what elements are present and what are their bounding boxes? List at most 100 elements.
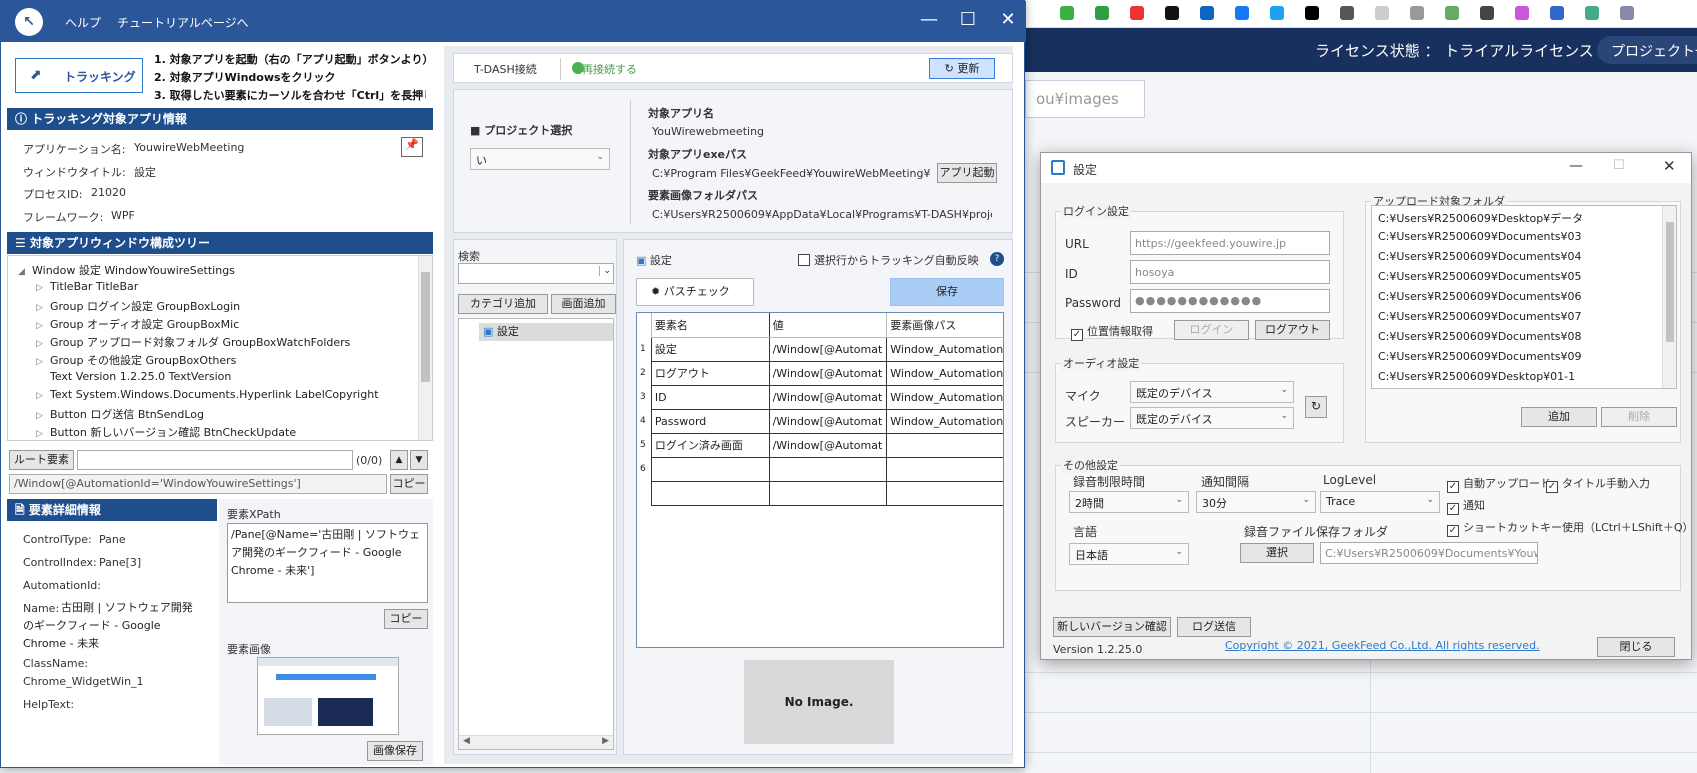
tree-item[interactable]: Text Version 1.2.25.0 TextVersion: [50, 370, 231, 383]
location-checkbox[interactable]: ✓ 位置情報取得: [1071, 323, 1153, 341]
close-button[interactable]: ✕: [993, 9, 1023, 33]
language-dropdown[interactable]: 日本語 ⌄: [1069, 543, 1189, 565]
root-element-button[interactable]: ルート要素: [9, 450, 74, 470]
shortcut-checkbox[interactable]: ✓ ショートカットキー使用（LCtrl＋LShift＋Q）: [1447, 519, 1694, 537]
notify-checkbox[interactable]: ✓ 通知: [1447, 497, 1485, 515]
favicon-icon[interactable]: [1095, 6, 1109, 20]
grid-cell[interactable]: [650, 480, 770, 506]
tree-scrollbar[interactable]: [418, 256, 432, 440]
favicon-icon[interactable]: [1515, 6, 1529, 20]
tree-root[interactable]: ◢ Window 設定 WindowYouwireSettings: [18, 262, 235, 278]
refresh-button[interactable]: ↻ 更新: [929, 58, 995, 79]
background-search-input[interactable]: ou¥images: [1025, 80, 1145, 118]
tree-item[interactable]: ▷ Group アップロード対象フォルダ GroupBoxWatchFolders: [36, 334, 350, 350]
logout-button[interactable]: ログアウト: [1255, 320, 1330, 340]
password-input[interactable]: ●●●●●●●●●●●●: [1130, 289, 1330, 313]
select-folder-button[interactable]: 選択: [1240, 543, 1314, 563]
project-button[interactable]: プロジェクト一: [1597, 36, 1697, 64]
grid-cell[interactable]: Window_Automation: [886, 408, 1003, 434]
tree-item[interactable]: ▷ Group ログイン設定 GroupBoxLogin: [36, 298, 240, 314]
favicon-icon[interactable]: [1060, 6, 1074, 20]
list-item[interactable]: C:¥Users¥R2500609¥Desktop¥データ: [1378, 210, 1583, 226]
url-input[interactable]: https://geekfeed.youwire.jp: [1130, 231, 1330, 255]
dialog-close-button[interactable]: ✕: [1663, 157, 1676, 175]
favicon-icon[interactable]: [1550, 6, 1564, 20]
grid-cell[interactable]: Window_Automation: [886, 336, 1003, 362]
favicon-icon[interactable]: [1445, 6, 1459, 20]
screen-tree[interactable]: ▣ 設定 ◀ ▶: [458, 318, 614, 750]
send-log-button[interactable]: ログ送信: [1177, 617, 1251, 637]
tracking-button[interactable]: ⬈ トラッキング: [15, 58, 143, 93]
xpath-textbox[interactable]: /Pane[@Name='古田剛 | ソフトウェア開発のギークフィード - Go…: [227, 523, 428, 603]
refresh-devices-button[interactable]: ↻: [1305, 396, 1327, 418]
favicon-icon[interactable]: [1130, 6, 1144, 20]
horizontal-scrollbar[interactable]: ◀ ▶: [459, 735, 613, 749]
auto-reflect-checkbox[interactable]: 選択行からトラッキング自動反映: [798, 252, 979, 268]
element-grid[interactable]: 要素名 値 要素画像パス 1 設定/Window[@Automat Window_A…: [636, 312, 1004, 648]
prev-match-button[interactable]: ▲: [390, 450, 408, 470]
upload-folder-list[interactable]: C:¥Users¥R2500609¥Desktop¥データ C:¥Users¥R…: [1371, 205, 1677, 389]
grid-cell[interactable]: /Window[@Automat: [768, 408, 888, 434]
favicon-icon[interactable]: [1375, 6, 1389, 20]
grid-cell[interactable]: ログアウト: [650, 360, 770, 386]
element-tree[interactable]: ◢ Window 設定 WindowYouwireSettings ▷ TitleB…: [7, 255, 433, 441]
favicon-icon[interactable]: [1585, 6, 1599, 20]
rec-limit-dropdown[interactable]: 2時間 ⌄: [1069, 491, 1189, 513]
add-screen-button[interactable]: 画面追加: [551, 294, 616, 314]
pin-icon[interactable]: 📌: [401, 137, 423, 157]
tree-search-input[interactable]: [77, 450, 353, 470]
notify-interval-dropdown[interactable]: 30分 ⌄: [1196, 491, 1316, 513]
project-dropdown[interactable]: い ⌄: [470, 148, 610, 170]
auto-upload-checkbox[interactable]: ✓ 自動アップロード: [1447, 475, 1551, 493]
list-item[interactable]: C:¥Users¥R2500609¥Documents¥03: [1378, 230, 1582, 243]
list-item[interactable]: C:¥Users¥R2500609¥Documents¥09: [1378, 350, 1582, 363]
reconnect-link[interactable]: 再接続する: [582, 61, 637, 77]
grid-cell[interactable]: [768, 480, 888, 506]
speaker-dropdown[interactable]: 既定のデバイス ⌄: [1130, 407, 1294, 429]
current-xpath-field[interactable]: /Window[@AutomationId='WindowYouwireSett…: [9, 474, 387, 494]
favicon-icon[interactable]: [1270, 6, 1284, 20]
tree-item[interactable]: ▷ TitleBar TitleBar: [36, 280, 138, 293]
grid-header-value[interactable]: 値: [768, 313, 888, 338]
favicon-icon[interactable]: [1305, 6, 1319, 20]
add-category-button[interactable]: カテゴリ追加: [458, 294, 548, 314]
grid-cell[interactable]: Password: [650, 408, 770, 434]
save-image-button[interactable]: 画像保存: [367, 741, 423, 761]
favicon-icon[interactable]: [1620, 6, 1634, 20]
table-row[interactable]: 1 設定/Window[@Automat Window_Automation: [637, 336, 1003, 362]
login-button[interactable]: ログイン: [1174, 320, 1249, 340]
tree-item[interactable]: ▷ Text System.Windows.Documents.Hyperlink…: [36, 388, 379, 401]
tree-item[interactable]: ▷ Button 新しいバージョン確認 BtnCheckUpdate: [36, 424, 296, 440]
list-item[interactable]: C:¥Users¥R2500609¥Documents¥07: [1378, 310, 1582, 323]
grid-cell[interactable]: Window_Automation: [886, 360, 1003, 386]
title-manual-checkbox[interactable]: ✓ タイトル手動入力: [1546, 475, 1650, 493]
list-item[interactable]: C:¥Users¥R2500609¥Desktop¥01-1: [1378, 370, 1575, 383]
table-row[interactable]: 5 ログイン済み画面/Window[@Automat: [637, 432, 1003, 458]
grid-cell[interactable]: /Window[@Automat: [768, 432, 888, 458]
table-row[interactable]: 6: [637, 456, 1003, 482]
dialog-maximize-button[interactable]: ☐: [1613, 158, 1625, 173]
grid-header-image-path[interactable]: 要素画像パス: [886, 313, 1003, 338]
help-icon[interactable]: ?: [990, 252, 1004, 266]
screen-search-input[interactable]: ⌄: [458, 263, 614, 284]
grid-cell[interactable]: 設定: [650, 336, 770, 362]
table-row[interactable]: 2 ログアウト/Window[@Automat Window_Automation: [637, 360, 1003, 386]
grid-cell[interactable]: [768, 456, 888, 482]
grid-cell[interactable]: Window_Automation: [886, 384, 1003, 410]
menu-tutorial[interactable]: チュートリアルページへ: [117, 14, 249, 31]
tree-item[interactable]: ▷ Button ログ送信 BtnSendLog: [36, 406, 204, 422]
grid-cell[interactable]: ログイン済み画面: [650, 432, 770, 458]
copy-path-button[interactable]: コピー: [390, 474, 428, 494]
grid-header-name[interactable]: 要素名: [650, 313, 770, 338]
id-input[interactable]: hosoya: [1130, 260, 1330, 284]
tree-item[interactable]: ▷ Group オーディオ設定 GroupBoxMic: [36, 316, 239, 332]
grid-cell[interactable]: ID: [650, 384, 770, 410]
minimize-button[interactable]: —: [914, 9, 944, 33]
list-item[interactable]: C:¥Users¥R2500609¥Documents¥05: [1378, 270, 1582, 283]
favicon-icon[interactable]: [1410, 6, 1424, 20]
grid-cell[interactable]: /Window[@Automat: [768, 384, 888, 410]
rec-folder-field[interactable]: C:¥Users¥R2500609¥Documents¥Youwire: [1320, 542, 1538, 564]
next-match-button[interactable]: ▼: [410, 450, 428, 470]
maximize-button[interactable]: ☐: [953, 9, 983, 33]
favicon-icon[interactable]: [1480, 6, 1494, 20]
